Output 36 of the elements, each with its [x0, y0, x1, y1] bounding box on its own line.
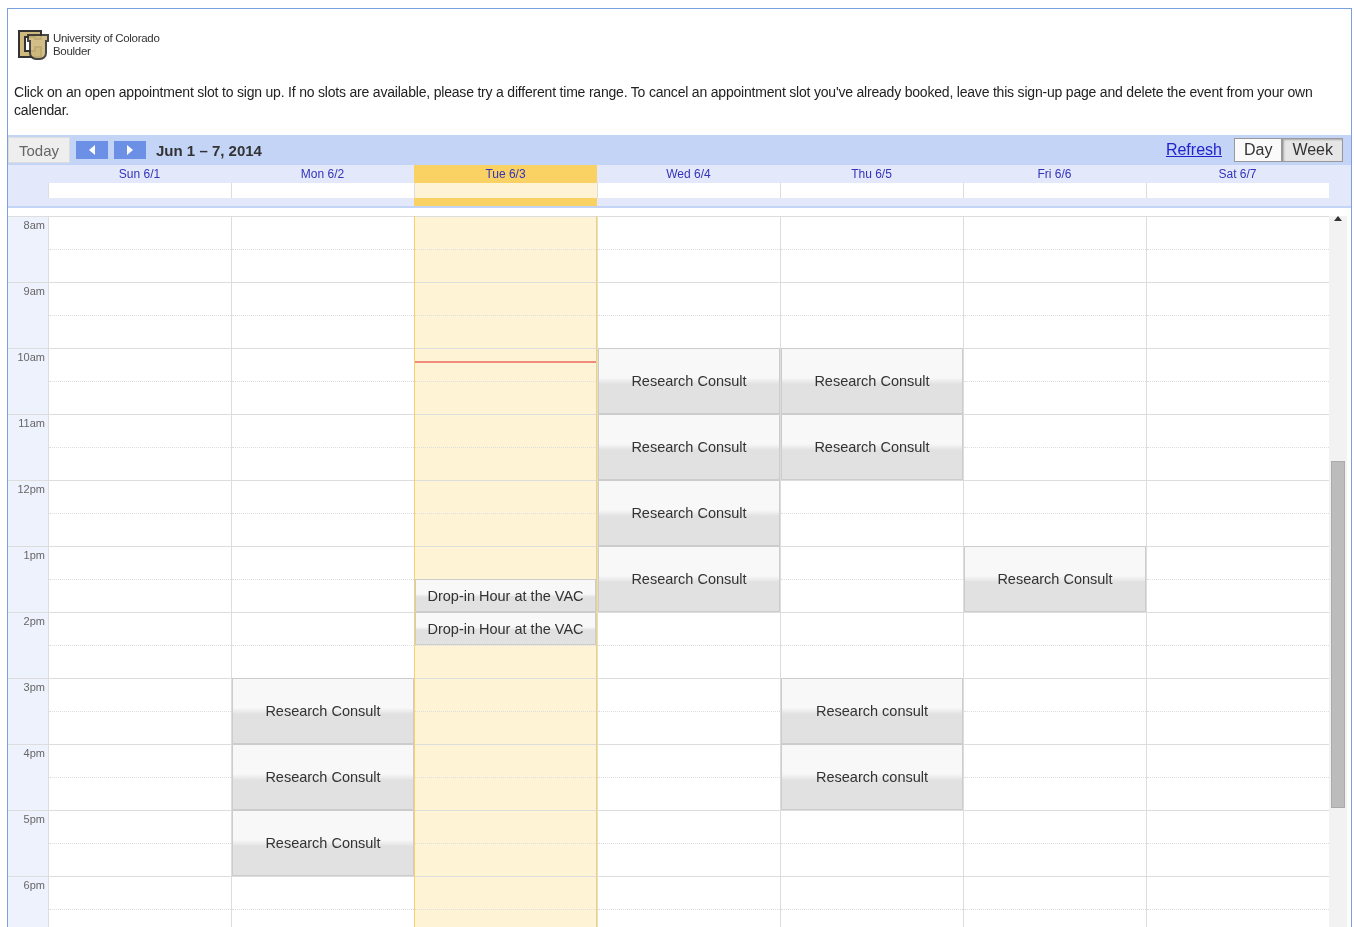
logo-text: University of Colorado: [53, 32, 160, 45]
day-header: Mon 6/2: [231, 165, 414, 206]
day-header: Fri 6/6: [963, 165, 1146, 206]
appointment-slot[interactable]: Research Consult: [964, 546, 1146, 612]
appointment-slot[interactable]: Research Consult: [598, 348, 780, 414]
previous-button[interactable]: [76, 141, 109, 159]
appointment-slot[interactable]: Research Consult: [598, 414, 780, 480]
appointment-slot[interactable]: Research Consult: [232, 810, 414, 876]
view-button[interactable]: Day: [1233, 138, 1283, 162]
left-arrow-icon: [88, 145, 97, 155]
right-arrow-icon: [126, 145, 135, 155]
refresh-link[interactable]: Refresh: [1165, 141, 1222, 159]
appointment-slot[interactable]: Research consult: [781, 744, 963, 810]
instructions-text: Click on an open appointment slot to sign up. If no slots are available, please try a different time range. To cancel an appointment slot you've already booked, leave this sign-up page and delete the event from your own calendar.: [14, 83, 1314, 120]
scrollbar[interactable]: [1329, 216, 1347, 927]
today-button[interactable]: Today: [8, 137, 71, 163]
day-header: Wed 6/4: [597, 165, 780, 206]
appointment-slot[interactable]: Research Consult: [232, 744, 414, 810]
logo-text: Boulder: [53, 45, 92, 58]
logo-icon: [16, 29, 50, 61]
appointment-slot[interactable]: Drop-in Hour at the VAC: [415, 612, 596, 645]
next-button[interactable]: [114, 141, 147, 159]
appointment-slot[interactable]: Research Consult: [232, 678, 414, 744]
appointment-slot[interactable]: Research Consult: [781, 414, 963, 480]
view-button[interactable]: Week: [1282, 138, 1343, 162]
scroll-up-icon: [1334, 216, 1342, 221]
appointment-slot[interactable]: Research Consult: [598, 480, 780, 546]
day-header: Tue 6/3: [414, 165, 597, 206]
appointment-slot[interactable]: Drop-in Hour at the VAC: [415, 579, 596, 612]
appointment-slot[interactable]: Research Consult: [781, 348, 963, 414]
date-range: Jun 1 – 7, 2014: [156, 141, 263, 159]
day-header: Sat 6/7: [1146, 165, 1329, 206]
day-header: Sun 6/1: [48, 165, 231, 206]
appointment-slot[interactable]: Research consult: [781, 678, 963, 744]
appointment-slot[interactable]: Research Consult: [598, 546, 780, 612]
day-header: Thu 6/5: [780, 165, 963, 206]
